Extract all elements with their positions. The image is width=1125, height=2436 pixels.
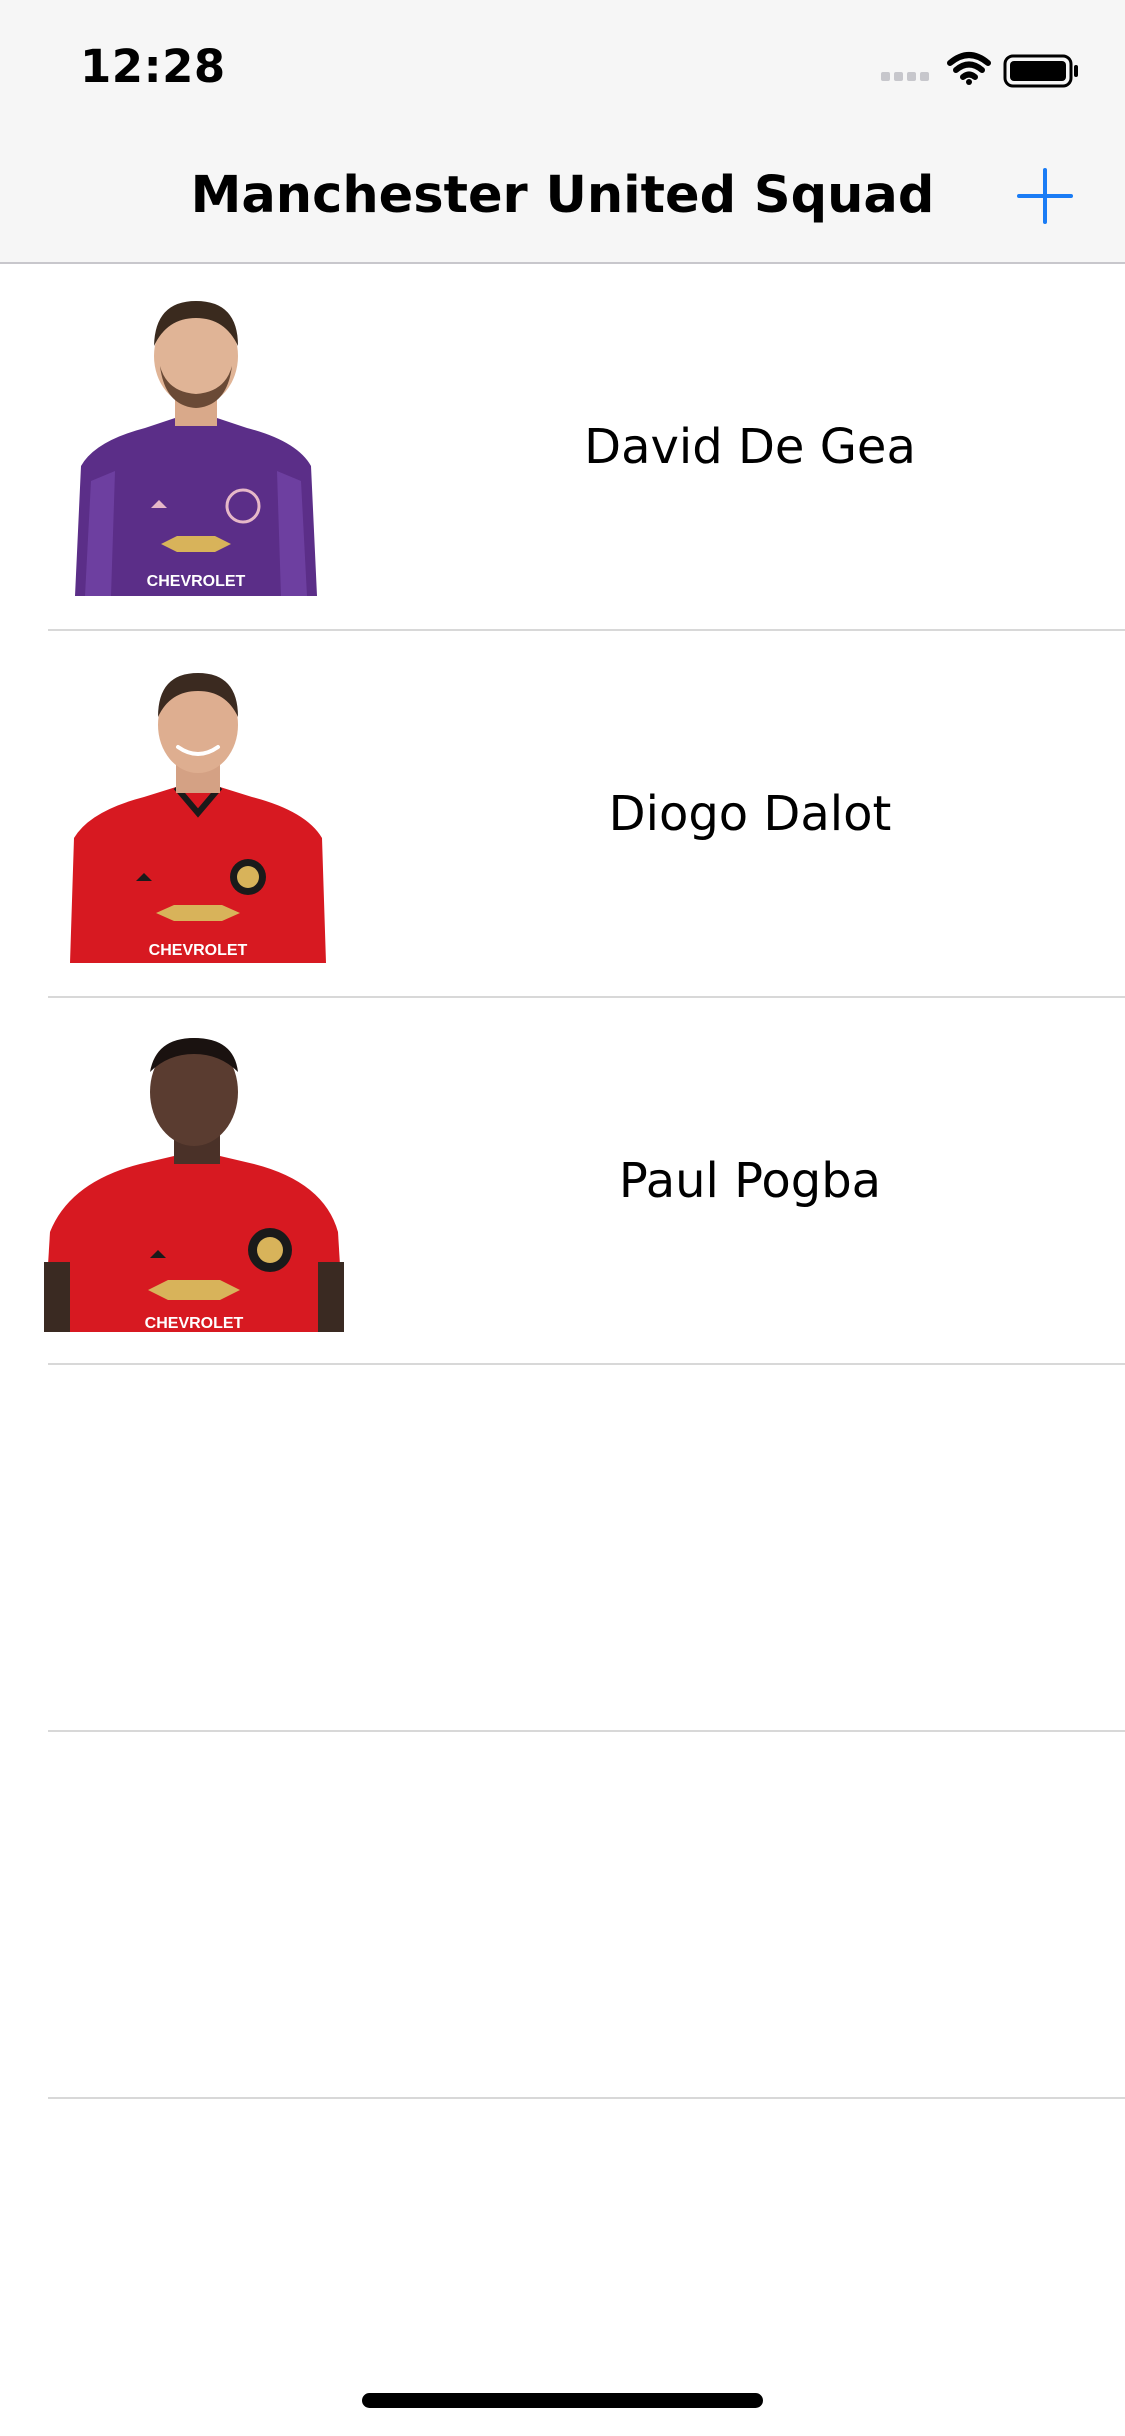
battery-icon (1003, 54, 1078, 88)
wifi-icon (947, 52, 991, 85)
sponsor-text: CHEVROLET (147, 573, 246, 590)
home-indicator[interactable] (362, 2393, 763, 2408)
table-row[interactable]: CHEVROLET Diogo Dalot (0, 631, 1125, 998)
row-separator (48, 2097, 1125, 2099)
signal-bars-icon (881, 72, 929, 81)
plus-icon (1017, 168, 1073, 224)
add-player-button[interactable] (1017, 168, 1073, 224)
sponsor-text: CHEVROLET (149, 942, 248, 959)
status-time: 12:28 (80, 40, 226, 93)
navigation-bar: 12:28 Manchester United Squad (0, 0, 1125, 264)
table-row[interactable]: CHEVROLET David De Gea (0, 264, 1125, 631)
player-photo: CHEVROLET (75, 296, 317, 596)
table-row[interactable]: CHEVROLET Paul Pogba (0, 998, 1125, 1365)
player-photo: CHEVROLET (70, 663, 326, 963)
status-icons (881, 50, 1081, 90)
player-name: David De Gea (584, 419, 916, 475)
page-title: Manchester United Squad (190, 166, 935, 225)
player-photo: CHEVROLET (44, 1032, 344, 1332)
squad-table: CHEVROLET David De Gea CHEVROLET Diogo D… (0, 264, 1125, 2099)
sponsor-text: CHEVROLET (145, 1315, 244, 1332)
empty-row (0, 1732, 1125, 2099)
empty-row (0, 1365, 1125, 1732)
player-name: Diogo Dalot (608, 786, 892, 842)
player-name: Paul Pogba (618, 1153, 882, 1209)
